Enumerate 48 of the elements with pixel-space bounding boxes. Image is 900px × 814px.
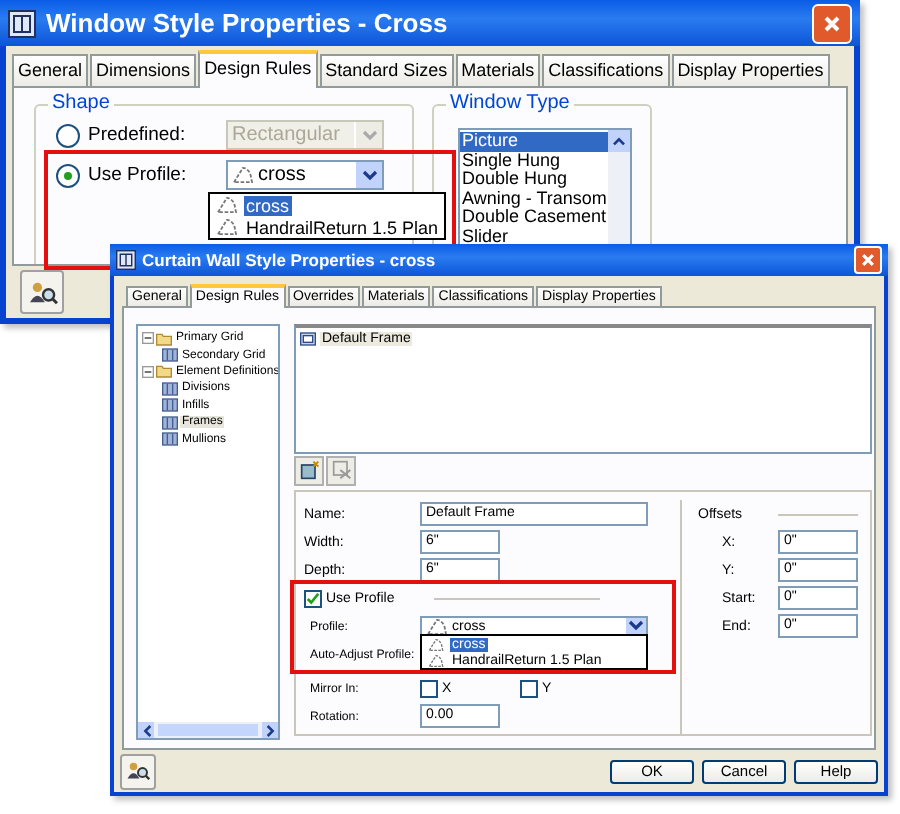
checkbox[interactable]	[520, 679, 538, 697]
close-icon[interactable]	[822, 13, 842, 33]
menu-item[interactable]: HandrailReturn 1.5 Plan	[210, 216, 444, 238]
window-title: Curtain Wall Style Properties - cross	[142, 250, 438, 270]
people-search-icon[interactable]	[126, 760, 150, 782]
scrollbar[interactable]	[138, 722, 278, 738]
frame-icon	[300, 332, 316, 346]
dropdown-arrow-icon[interactable]	[624, 617, 646, 635]
profile-shape-icon	[426, 617, 448, 635]
collapse-icon[interactable]	[142, 332, 154, 345]
people-search-button[interactable]	[20, 270, 64, 314]
close-button[interactable]	[812, 3, 852, 43]
collapse-icon[interactable]	[142, 365, 154, 378]
dropdown[interactable]: cross	[226, 160, 384, 190]
profile-shape-icon	[216, 196, 238, 214]
tab[interactable]: Standard Sizes	[319, 54, 454, 86]
group-title: Shape	[48, 92, 114, 116]
folder-icon	[156, 331, 172, 346]
window-title: Window Style Properties - Cross	[46, 8, 450, 38]
checkbox[interactable]	[304, 589, 322, 607]
menu-item[interactable]: cross	[210, 194, 444, 216]
group-title: Window Type	[446, 92, 574, 116]
people-search-button[interactable]	[120, 753, 156, 789]
option-label: Use Profile:	[88, 164, 189, 186]
window-icon	[8, 9, 36, 37]
window-icon	[116, 250, 136, 270]
profile-shape-icon	[216, 218, 238, 236]
list-item[interactable]: Double Hung	[460, 170, 608, 190]
option-label: Predefined:	[88, 124, 188, 146]
tab[interactable]: Design Rules	[198, 50, 318, 88]
element-icon	[162, 348, 178, 363]
radio-button[interactable]	[56, 163, 80, 187]
people-search-icon[interactable]	[27, 279, 57, 305]
tab[interactable]: Materials	[455, 54, 541, 86]
tab[interactable]: Display Properties	[671, 54, 830, 86]
tab[interactable]: Dimensions	[90, 54, 197, 86]
checkbox[interactable]	[420, 679, 438, 697]
close-icon[interactable]	[860, 252, 876, 268]
list-item[interactable]: Awning - Transom	[460, 189, 608, 209]
list-item[interactable]: Double Casement	[460, 208, 608, 228]
profile-shape-icon	[232, 166, 254, 184]
close-button[interactable]	[854, 246, 882, 274]
list-item[interactable]: Single Hung	[460, 151, 608, 171]
tab[interactable]: Classifications	[542, 54, 670, 86]
list-item[interactable]: Slider	[460, 227, 608, 248]
list-item[interactable]: Picture	[460, 132, 608, 152]
folder-icon	[156, 364, 172, 379]
tab[interactable]: General	[12, 54, 89, 86]
